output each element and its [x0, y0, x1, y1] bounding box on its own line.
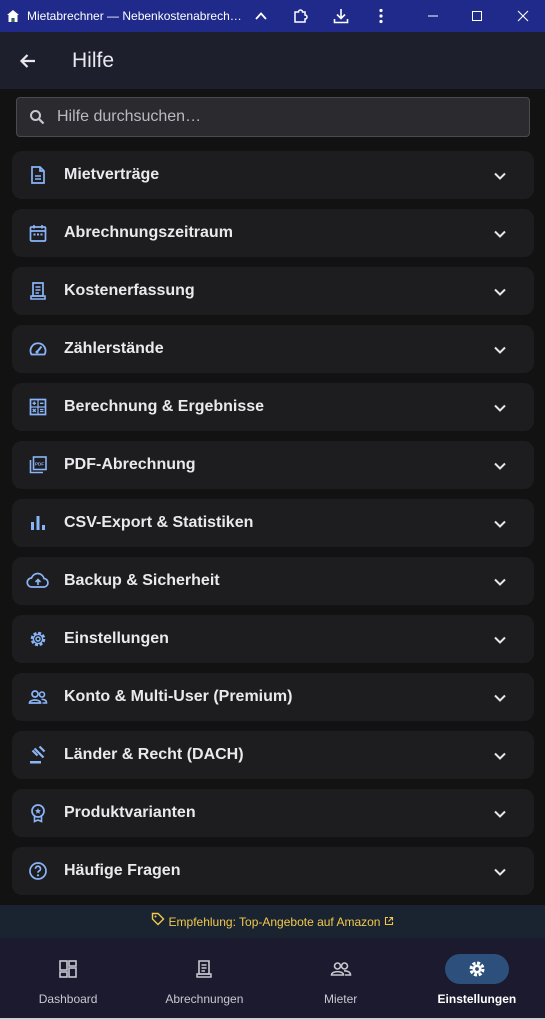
section-pdf-abrechnung[interactable]: PDF PDF-Abrechnung [12, 441, 534, 489]
section-label: Häufige Fragen [64, 862, 181, 879]
section-csv-export[interactable]: CSV-Export & Statistiken [12, 499, 534, 547]
section-konto-multi-user[interactable]: Konto & Multi-User (Premium) [12, 673, 534, 721]
bottom-navigation: Dashboard Abrechnungen Mieter Einstellun… [0, 938, 545, 1018]
section-label: Mietverträge [64, 166, 160, 183]
page-title: Hilfe [72, 48, 115, 72]
section-produktvarianten[interactable]: Produktvarianten [12, 789, 534, 837]
badge-icon [12, 803, 64, 823]
chevron-down-icon[interactable] [490, 282, 510, 302]
external-link-icon [384, 913, 394, 931]
people-icon [12, 687, 64, 707]
chevron-down-icon[interactable] [490, 398, 510, 418]
section-label: CSV-Export & Statistiken [64, 514, 254, 531]
gauge-icon [12, 339, 64, 359]
promo-link[interactable]: Empfehlung: Top-Angebote auf Amazon [169, 915, 381, 929]
people-icon [309, 954, 373, 984]
nav-label: Abrechnungen [165, 992, 244, 1006]
gavel-icon [12, 745, 64, 765]
app-home-icon [5, 8, 21, 24]
section-label: Backup & Sicherheit [64, 572, 220, 589]
nav-einstellungen[interactable]: Einstellungen [409, 938, 545, 1018]
section-label: Produktvarianten [64, 804, 196, 821]
search-input[interactable] [57, 108, 529, 126]
section-zaehlerstaende[interactable]: Zählerstände [12, 325, 534, 373]
gear-icon [444, 954, 509, 984]
close-icon[interactable] [503, 0, 543, 32]
amazon-promo-banner[interactable]: Empfehlung: Top-Angebote auf Amazon [0, 905, 545, 938]
chevron-down-icon[interactable] [490, 862, 510, 882]
chevron-down-icon[interactable] [490, 746, 510, 766]
more-vert-icon[interactable] [361, 0, 401, 32]
nav-abrechnungen[interactable]: Abrechnungen [136, 938, 272, 1018]
section-label: PDF-Abrechnung [64, 456, 196, 473]
help-icon [12, 861, 64, 881]
maximize-icon[interactable] [457, 0, 497, 32]
section-haeufige-fragen[interactable]: Häufige Fragen [12, 847, 534, 895]
pdf-icon: PDF [12, 455, 64, 475]
section-label: Abrechnungszeitraum [64, 224, 233, 241]
download-icon[interactable] [321, 0, 361, 32]
nav-dashboard[interactable]: Dashboard [0, 938, 136, 1018]
chevron-down-icon[interactable] [490, 340, 510, 360]
search-icon [17, 109, 57, 125]
chevron-down-icon[interactable] [490, 630, 510, 650]
section-abrechnungszeitraum[interactable]: Abrechnungszeitraum [12, 209, 534, 257]
section-label: Konto & Multi-User (Premium) [64, 688, 293, 705]
chevron-down-icon[interactable] [490, 514, 510, 534]
section-label: Einstellungen [64, 630, 169, 647]
chevron-down-icon[interactable] [490, 804, 510, 824]
bar-chart-icon [12, 513, 64, 533]
receipt-icon [12, 281, 64, 301]
section-label: Berechnung & Ergebnisse [64, 398, 265, 415]
chevron-down-icon[interactable] [490, 456, 510, 476]
nav-label: Dashboard [38, 992, 98, 1006]
section-backup[interactable]: Backup & Sicherheit [12, 557, 534, 605]
section-berechnung[interactable]: Berechnung & Ergebnisse [12, 383, 534, 431]
tag-icon [151, 912, 165, 931]
gear-icon [12, 629, 64, 649]
app-bar: Hilfe [0, 32, 545, 89]
document-icon [12, 165, 64, 185]
section-laender-recht[interactable]: Länder & Recht (DACH) [12, 731, 534, 779]
search-box[interactable] [16, 97, 530, 137]
section-label: Länder & Recht (DACH) [64, 746, 244, 763]
section-mietvertraege[interactable]: Mietverträge [12, 151, 534, 199]
receipt-icon [172, 954, 236, 984]
minimize-icon[interactable] [413, 0, 453, 32]
dashboard-icon [36, 954, 100, 984]
help-content: Mietverträge Abrechnungszeitraum Kostene… [0, 89, 545, 905]
help-section-list: Mietverträge Abrechnungszeitraum Kostene… [12, 151, 534, 905]
nav-label: Mieter [323, 992, 358, 1006]
calculator-icon [12, 397, 64, 417]
section-kostenerfassung[interactable]: Kostenerfassung [12, 267, 534, 315]
nav-mieter[interactable]: Mieter [273, 938, 409, 1018]
chevron-down-icon[interactable] [490, 224, 510, 244]
chevron-down-icon[interactable] [490, 688, 510, 708]
back-arrow-icon[interactable] [0, 32, 56, 89]
section-label: Zählerstände [64, 340, 164, 357]
svg-text:PDF: PDF [35, 462, 44, 467]
section-einstellungen[interactable]: Einstellungen [12, 615, 534, 663]
nav-label: Einstellungen [437, 992, 517, 1006]
calendar-icon [12, 223, 64, 243]
section-label: Kostenerfassung [64, 282, 195, 299]
window-title: Mietabrechner — Nebenkostenabrechnung [27, 9, 247, 23]
chevron-down-icon[interactable] [490, 166, 510, 186]
cloud-upload-icon [12, 571, 64, 591]
chevron-up-icon[interactable] [241, 0, 281, 32]
extension-icon[interactable] [281, 0, 321, 32]
chevron-down-icon[interactable] [490, 572, 510, 592]
window-titlebar: Mietabrechner — Nebenkostenabrechnung [0, 0, 545, 32]
